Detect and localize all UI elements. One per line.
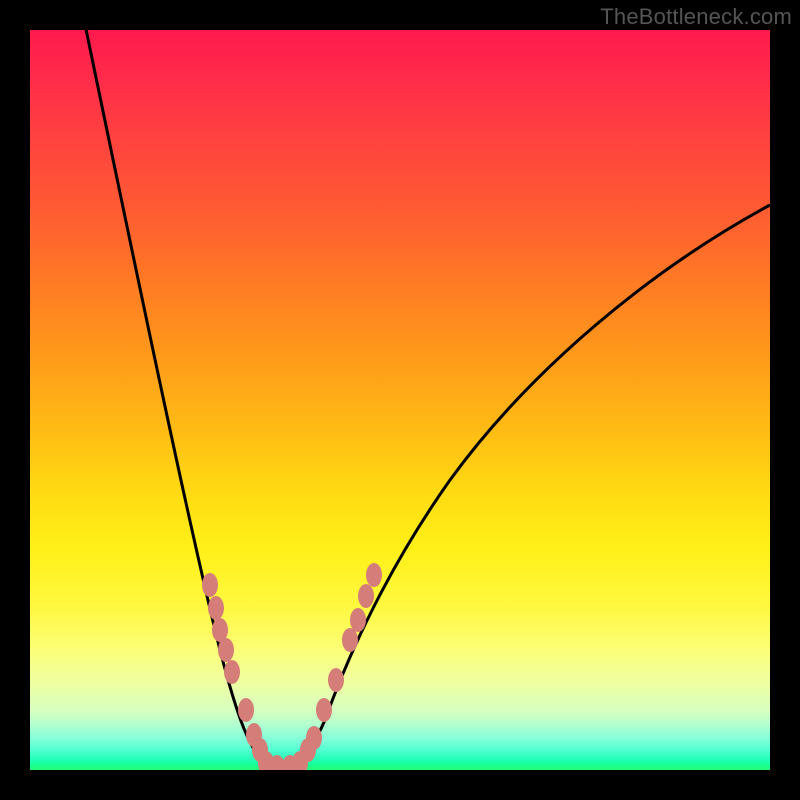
data-dot (342, 628, 358, 652)
data-dot (358, 584, 374, 608)
chart-frame: TheBottleneck.com (0, 0, 800, 800)
data-dot (316, 698, 332, 722)
data-dot (238, 698, 254, 722)
data-dot (218, 638, 234, 662)
watermark-text: TheBottleneck.com (600, 4, 792, 30)
data-dot (350, 608, 366, 632)
plot-area (30, 30, 770, 770)
data-dot (328, 668, 344, 692)
data-dot (306, 726, 322, 750)
data-dot (202, 573, 218, 597)
dots-group (202, 563, 382, 770)
data-dot (208, 596, 224, 620)
curve-left (82, 30, 266, 765)
curve-right (300, 205, 770, 765)
data-dot (224, 660, 240, 684)
data-dot (366, 563, 382, 587)
curve-svg (30, 30, 770, 770)
